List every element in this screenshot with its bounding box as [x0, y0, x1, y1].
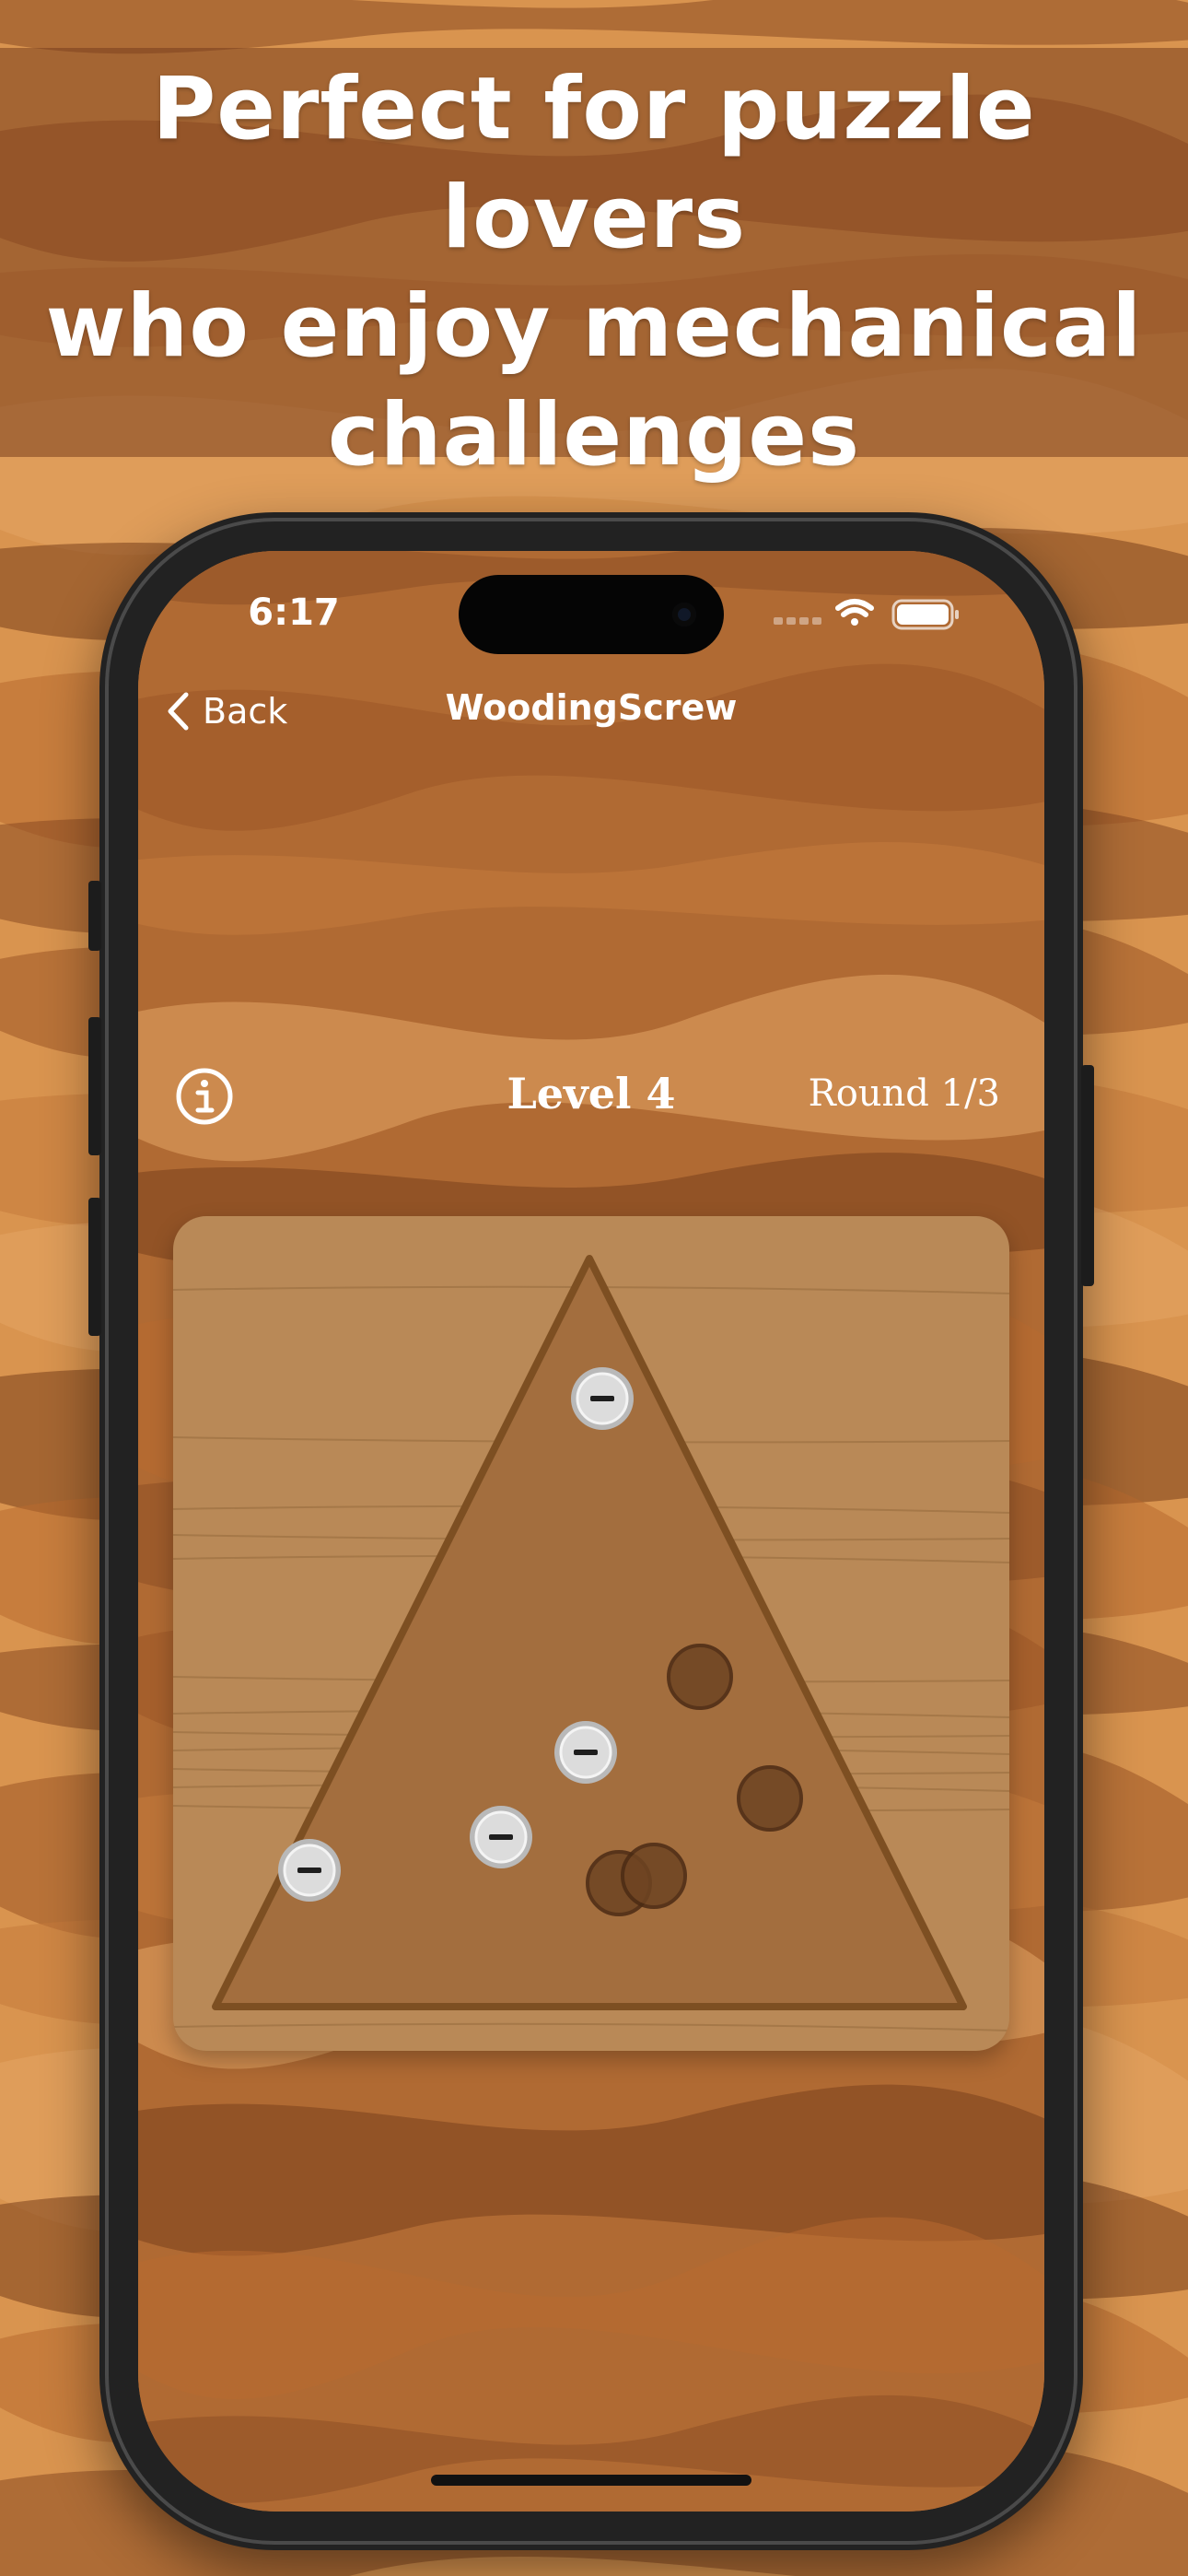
camera-icon [672, 603, 696, 626]
board-grain-line [173, 2022, 1009, 2032]
screw-slot-icon [590, 1396, 614, 1401]
volume-up-button [88, 1017, 101, 1155]
volume-down-button [88, 1198, 101, 1336]
empty-hole[interactable] [737, 1765, 803, 1832]
screw-slot-icon [297, 1868, 321, 1873]
cellular-signal-icon [774, 617, 821, 625]
home-indicator[interactable] [431, 2475, 751, 2486]
screw[interactable] [470, 1806, 532, 1868]
info-button[interactable] [175, 1067, 234, 1126]
wifi-icon [835, 599, 874, 626]
screw[interactable] [571, 1367, 634, 1430]
phone-screen: 6:17 Back WoodingScrew Level 4 Round 1/3 [138, 551, 1044, 2512]
dynamic-island [459, 575, 724, 654]
power-button [1081, 1065, 1094, 1286]
screw[interactable] [278, 1839, 341, 1902]
board-canvas [173, 1255, 1009, 2032]
promo-headline: Perfect for puzzle lovers who enjoy mech… [0, 55, 1188, 490]
screw[interactable] [554, 1721, 617, 1784]
game-board [173, 1216, 1009, 2051]
round-label: Round 1/3 [808, 1072, 1000, 1115]
headline-line-2: who enjoy mechanical [45, 276, 1143, 377]
status-time: 6:17 [248, 591, 340, 634]
status-icons [774, 595, 985, 632]
battery-icon [891, 599, 959, 630]
empty-hole[interactable] [667, 1644, 733, 1710]
screw-slot-icon [574, 1750, 598, 1755]
level-label: Level 4 [507, 1069, 676, 1118]
headline-line-3: challenges [327, 385, 861, 486]
info-icon [176, 1068, 233, 1125]
nav-title: WoodingScrew [445, 687, 738, 728]
screw-slot-icon [489, 1834, 513, 1840]
headline-line-1: Perfect for puzzle lovers [152, 59, 1036, 268]
empty-hole[interactable] [621, 1843, 687, 1909]
action-button [88, 881, 101, 951]
